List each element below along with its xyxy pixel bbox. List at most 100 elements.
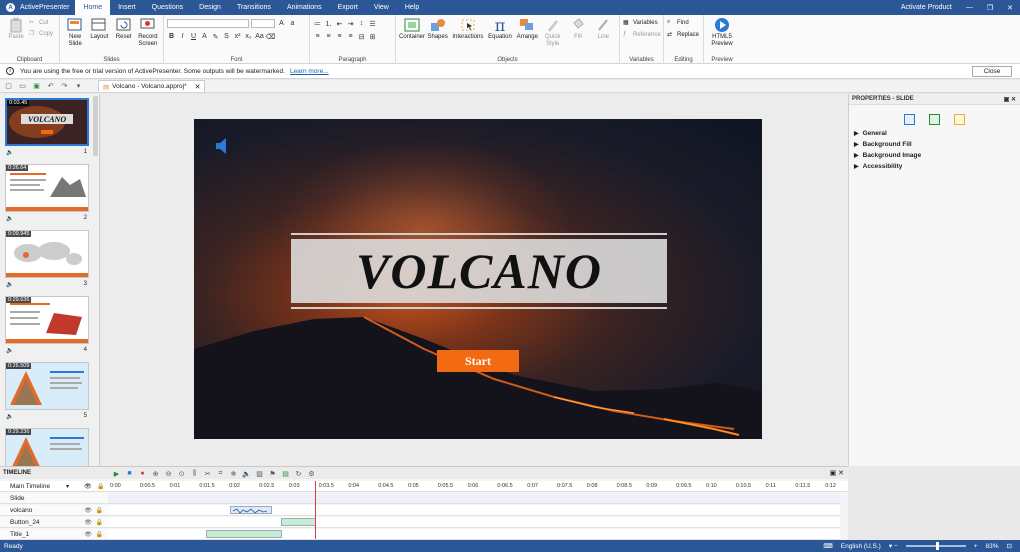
timeline-track[interactable] bbox=[108, 505, 840, 516]
lock-icon[interactable]: 🔒 bbox=[97, 483, 104, 490]
find-button[interactable]: ⌕ Find bbox=[667, 18, 689, 28]
lock-icon[interactable]: 🔒 bbox=[96, 519, 103, 526]
align-center-icon[interactable]: ≡ bbox=[324, 32, 333, 41]
bold-icon[interactable]: B bbox=[167, 32, 176, 41]
line-spacing-icon[interactable]: ☰ bbox=[368, 19, 377, 28]
close-infobar-button[interactable]: Close bbox=[972, 66, 1012, 77]
timeline-track[interactable] bbox=[108, 529, 840, 540]
cut-button[interactable]: ✂ Cut bbox=[29, 18, 53, 28]
timeline-track[interactable] bbox=[108, 517, 840, 528]
pin-icon[interactable]: ▣ ✕ bbox=[1004, 96, 1016, 103]
italic-icon[interactable]: I bbox=[178, 32, 187, 41]
redo-icon[interactable]: ↷ bbox=[60, 82, 69, 91]
visibility-eye-icon[interactable]: 👁 bbox=[84, 483, 92, 490]
fit-view-icon[interactable]: ⊡ bbox=[1007, 542, 1012, 550]
columns-icon[interactable]: ⊞ bbox=[368, 32, 377, 41]
play-icon[interactable]: ▶ bbox=[112, 469, 121, 478]
zoom-fit-icon[interactable]: ⊙ bbox=[177, 469, 186, 478]
activate-product-link[interactable]: Activate Product bbox=[894, 4, 959, 11]
title-banner[interactable]: VOLCANO bbox=[291, 233, 667, 309]
main-timeline-select[interactable]: Main Timeline bbox=[10, 483, 50, 490]
arrange-button[interactable]: Arrange bbox=[516, 17, 539, 41]
tab-insert[interactable]: Insert bbox=[110, 0, 144, 15]
line-button[interactable]: Line bbox=[592, 17, 615, 41]
loop-icon[interactable]: ↻ bbox=[294, 469, 303, 478]
copy-button[interactable]: ❐ Copy bbox=[29, 29, 53, 39]
container-button[interactable]: Container bbox=[399, 17, 425, 41]
timeline-track[interactable] bbox=[108, 493, 840, 504]
timeline-clip[interactable] bbox=[206, 530, 282, 538]
timeline-clip[interactable] bbox=[230, 506, 272, 514]
clear-format-icon[interactable]: ⌫ bbox=[266, 32, 276, 41]
increase-indent-icon[interactable]: ⇥ bbox=[346, 19, 355, 28]
customize-icon[interactable]: ▾ bbox=[74, 82, 83, 91]
cut-range-icon[interactable]: ✂ bbox=[203, 469, 212, 478]
superscript-icon[interactable]: x² bbox=[233, 32, 242, 41]
text-direction-icon[interactable]: ↕ bbox=[357, 19, 366, 28]
undo-icon[interactable]: ↶ bbox=[46, 82, 55, 91]
minimize-icon[interactable]: — bbox=[959, 4, 980, 11]
replace-button[interactable]: ⇄ Replace bbox=[667, 30, 699, 40]
close-window-icon[interactable]: ✕ bbox=[1000, 4, 1020, 12]
new-slide-button[interactable]: New Slide bbox=[64, 17, 86, 48]
layout-button[interactable]: Layout bbox=[88, 17, 110, 41]
decrease-indent-icon[interactable]: ⇤ bbox=[335, 19, 344, 28]
subscript-icon[interactable]: x₂ bbox=[244, 32, 253, 41]
shrink-font-icon[interactable]: a bbox=[288, 19, 297, 28]
vertical-align-icon[interactable]: ⊟ bbox=[357, 32, 366, 41]
tab-questions[interactable]: Questions bbox=[144, 0, 192, 15]
zoom-in-icon[interactable]: ⊕ bbox=[151, 469, 160, 478]
zoom-in-small-icon[interactable]: + bbox=[974, 543, 978, 550]
restore-icon[interactable]: ❐ bbox=[980, 4, 1000, 12]
section-background-image[interactable]: ▶ Background Image bbox=[849, 150, 1020, 161]
dropdown-icon[interactable]: ▾ bbox=[66, 483, 69, 490]
settings-icon[interactable]: ⚙ bbox=[307, 469, 316, 478]
properties-style-icon[interactable] bbox=[954, 114, 965, 125]
slides-scrollbar[interactable] bbox=[93, 96, 98, 156]
timeline-row-name[interactable]: Button_24 👁 🔒 bbox=[0, 517, 108, 528]
section-accessibility[interactable]: ▶ Accessibility bbox=[849, 161, 1020, 172]
html5-preview-button[interactable]: HTML5 Preview bbox=[708, 17, 736, 48]
slide-thumbnail-3[interactable]: 0:09.945 bbox=[5, 230, 89, 278]
zoom-slider[interactable] bbox=[905, 542, 966, 550]
reset-button[interactable]: Reset bbox=[113, 17, 135, 41]
tab-help[interactable]: Help bbox=[397, 0, 427, 15]
font-color-icon[interactable]: A bbox=[200, 32, 209, 41]
lock-icon[interactable]: 🔒 bbox=[96, 507, 103, 514]
visibility-eye-icon[interactable]: 👁 bbox=[84, 531, 92, 538]
split-icon[interactable]: ⫼ bbox=[190, 469, 199, 478]
section-general[interactable]: ▶ General bbox=[849, 128, 1020, 139]
justify-icon[interactable]: ≡ bbox=[346, 32, 355, 41]
timeline-clip[interactable] bbox=[281, 518, 316, 526]
timeline-pin-close-icon[interactable]: ▣ ✕ bbox=[830, 469, 844, 477]
tab-design[interactable]: Design bbox=[191, 0, 229, 15]
highlight-icon[interactable]: ✎ bbox=[211, 32, 220, 41]
tab-export[interactable]: Export bbox=[330, 0, 366, 15]
lock-icon[interactable]: 🔒 bbox=[96, 531, 103, 538]
interactions-button[interactable]: Interactions bbox=[451, 17, 484, 41]
change-case-icon[interactable]: Aa bbox=[255, 32, 264, 41]
tab-view[interactable]: View bbox=[366, 0, 397, 15]
align-left-icon[interactable]: ≡ bbox=[313, 32, 322, 41]
open-folder-icon[interactable]: ▭ bbox=[18, 82, 27, 91]
zoom-out-icon[interactable]: ⊖ bbox=[164, 469, 173, 478]
slide-thumbnail-2[interactable]: 0:26.64 bbox=[5, 164, 89, 212]
slide-thumbnail-6[interactable]: 0:29.236 bbox=[5, 428, 89, 466]
stop-icon[interactable]: ■ bbox=[125, 469, 134, 478]
reference-button[interactable]: ƒ Reference bbox=[623, 30, 661, 40]
app-menu[interactable]: A ActivePresenter bbox=[0, 0, 75, 15]
numbering-icon[interactable]: ⒈ bbox=[324, 19, 333, 28]
freeze-icon[interactable]: ❄ bbox=[229, 469, 238, 478]
bullets-icon[interactable]: ≔ bbox=[313, 19, 322, 28]
timeline-row-name[interactable]: Title_1 👁 🔒 bbox=[0, 529, 108, 540]
close-tab-icon[interactable]: ✕ bbox=[195, 83, 201, 91]
timeline-row-name[interactable]: volcano 👁 🔒 bbox=[0, 505, 108, 516]
document-tab[interactable]: ▤ Volcano - Volcano.approj* ✕ bbox=[98, 80, 206, 92]
learn-more-link[interactable]: Learn more... bbox=[290, 68, 329, 75]
variables-button[interactable]: ▦ Variables bbox=[623, 18, 658, 28]
zoom-slider-knob[interactable] bbox=[935, 542, 939, 550]
shapes-button[interactable]: Shapes bbox=[426, 17, 449, 41]
fill-button[interactable]: Fill bbox=[566, 17, 589, 41]
save-icon[interactable]: ▣ bbox=[32, 82, 41, 91]
section-background-fill[interactable]: ▶ Background Fill bbox=[849, 139, 1020, 150]
